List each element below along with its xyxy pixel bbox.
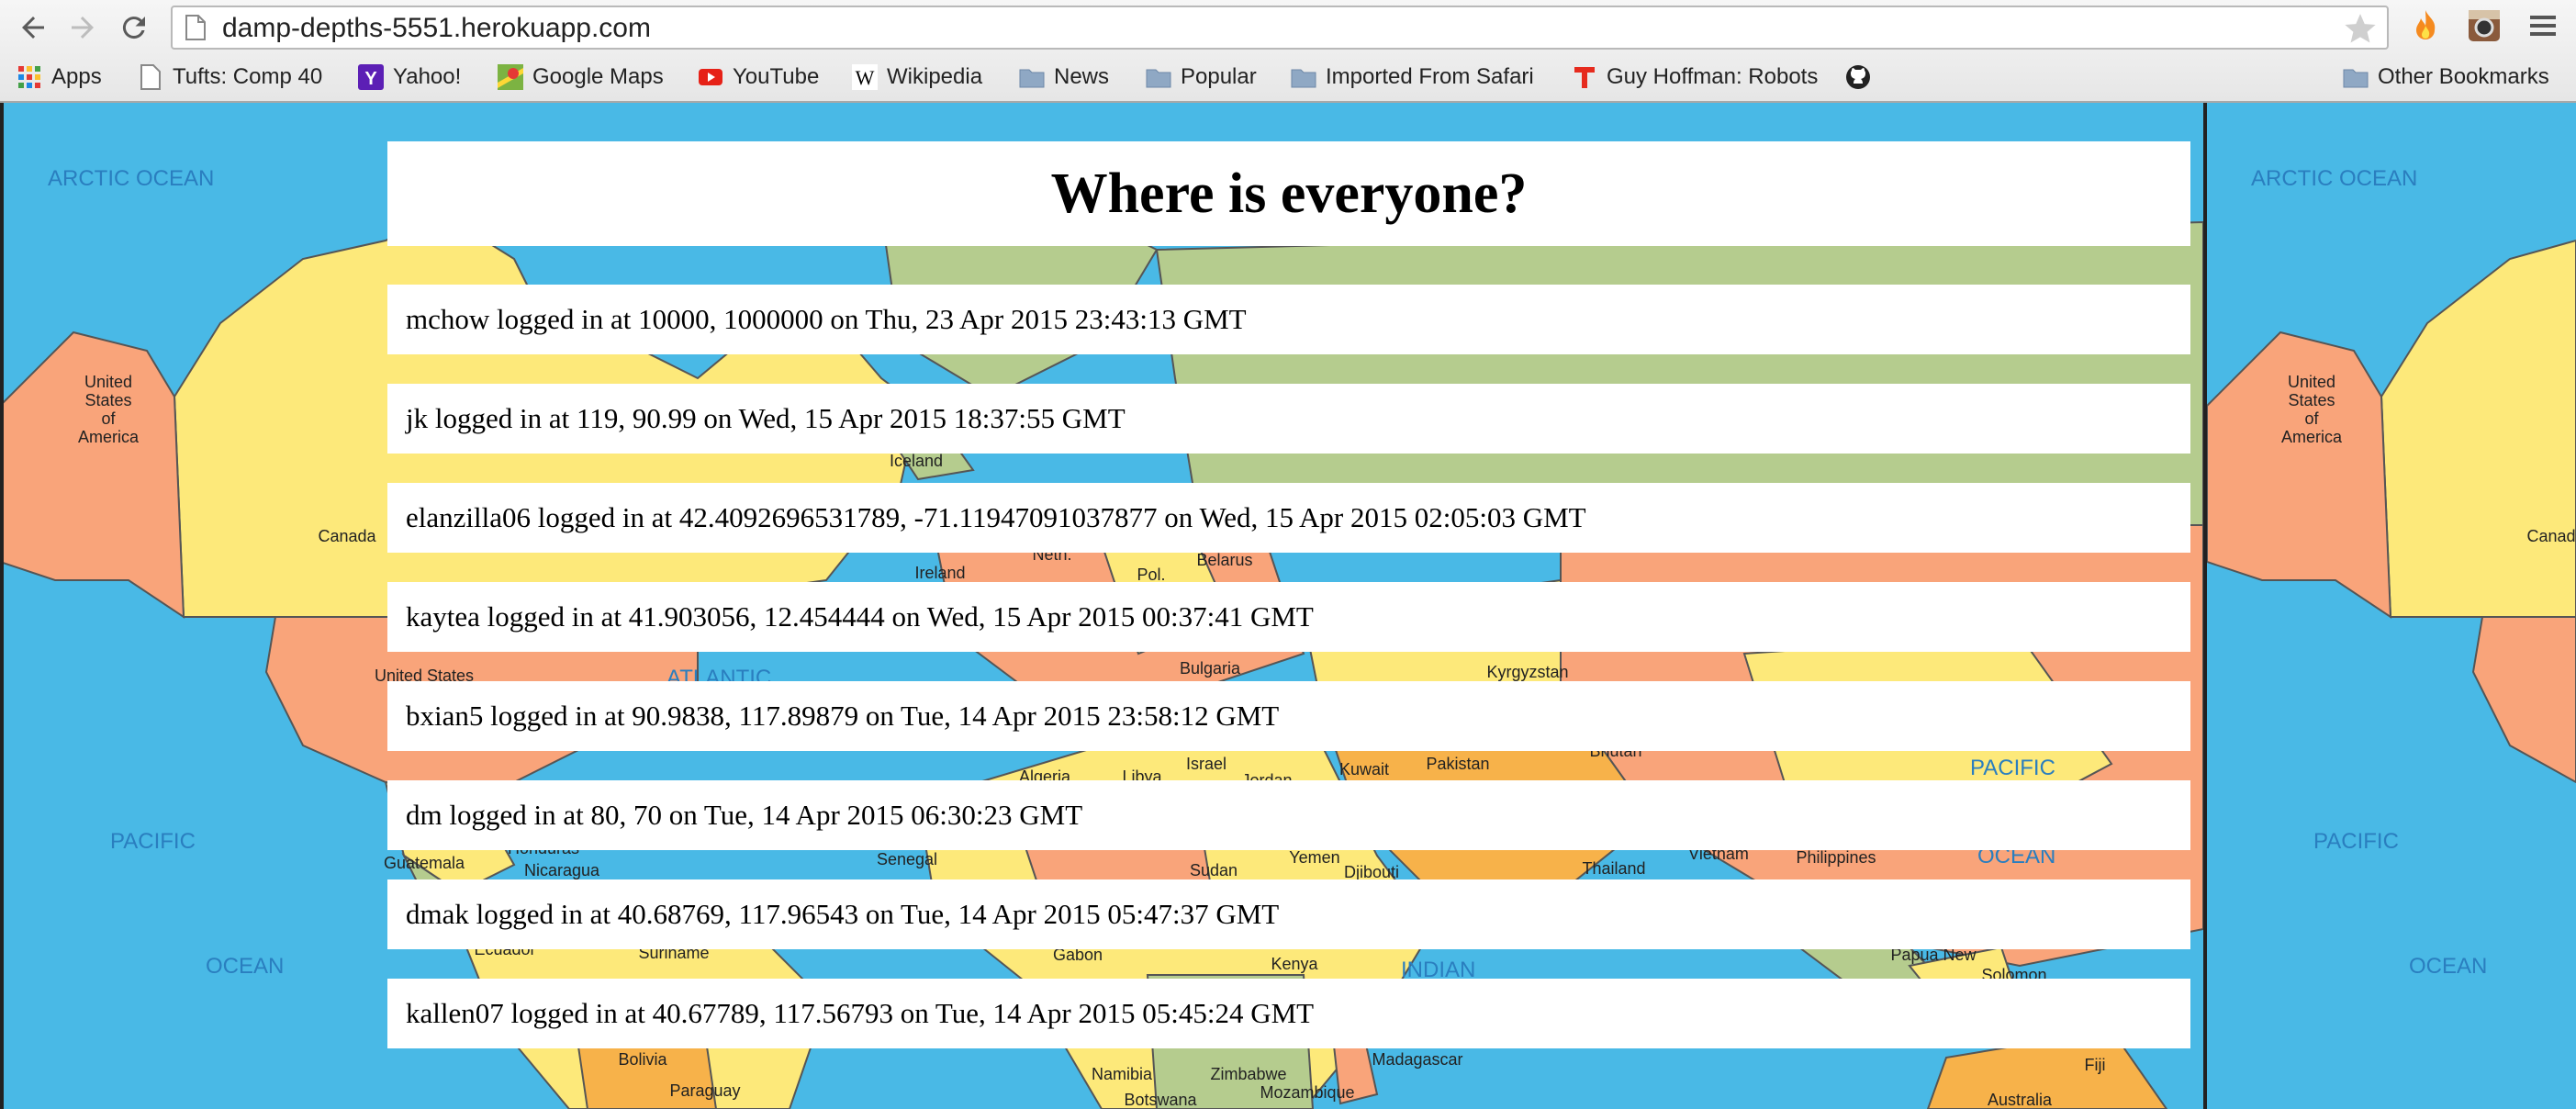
bookmark-folder-safari[interactable]: Imported From Safari [1291,57,1534,97]
map-label-usa-tile-3: of [2304,409,2319,428]
map-label-australia: Australia [1988,1091,2053,1109]
bookmark-guy-hoffman[interactable]: Guy Hoffman: Robots [1572,57,1820,97]
folder-icon [1146,69,1171,88]
map-label-mozambique: Mozambique [1260,1083,1354,1102]
bookmark-label: Apps [51,64,102,89]
map-label-usa-tile-1: United [2288,373,2335,391]
svg-text:W: W [856,66,875,89]
bookmark-youtube[interactable]: YouTube [698,57,819,97]
instagram-icon[interactable] [2466,7,2503,44]
forward-arrow-icon [72,17,94,39]
browser-chrome: damp-depths-5551.herokuapp.com Apps Tuft… [0,0,2576,103]
bookmark-label: Wikipedia [887,64,983,89]
github-icon [1846,65,1870,89]
map-tile-divider [2203,103,2207,1109]
map-label-botswana: Botswana [1124,1091,1197,1109]
bookmark-label: Yahoo! [393,64,462,89]
folder-icon [1291,69,1316,88]
login-entry: dm logged in at 80, 70 on Tue, 14 Apr 20… [387,780,2190,850]
page-icon [185,15,206,40]
bookmark-yahoo[interactable]: Y Yahoo! [358,57,461,97]
bookmark-label: News [1054,64,1110,89]
page-icon [140,64,161,90]
page-title: Where is everyone? [1050,162,1528,225]
map-label-canada-tile: Canada [2526,527,2576,545]
forward-button[interactable] [62,7,103,48]
map-label-usa-2: States [84,391,131,409]
content-panel: Where is everyone? mchow logged in at 10… [387,141,2190,1048]
bookmark-folder-popular[interactable]: Popular [1146,57,1257,97]
login-entry: kallen07 logged in at 40.67789, 117.5679… [387,979,2190,1048]
url-text: damp-depths-5551.herokuapp.com [222,13,651,43]
bookmark-label: Tufts: Comp 40 [173,64,323,89]
map-label-fiji: Fiji [2085,1056,2106,1074]
fire-extension-icon[interactable] [2407,7,2444,44]
map-label-zimbabwe: Zimbabwe [1210,1065,1286,1083]
map-label-bolivia: Bolivia [618,1050,667,1069]
address-bar[interactable]: damp-depths-5551.herokuapp.com [171,6,2389,50]
map-label-madagascar: Madagascar [1372,1050,1462,1069]
map-label-ocean: OCEAN [206,954,284,979]
bookmark-folder-news[interactable]: News [1019,57,1109,97]
title-box: Where is everyone? [387,141,2190,246]
login-entry: kaytea logged in at 41.903056, 12.454444… [387,582,2190,652]
back-arrow-icon [22,17,44,39]
map-edge-left [0,103,4,1109]
bookmark-label: Imported From Safari [1326,64,1534,89]
apps-grid-icon [18,66,40,88]
svg-text:Y: Y [364,69,377,89]
map-label-pacific-tile: PACIFIC [2313,829,2399,854]
google-maps-icon [498,64,523,90]
map-label-usa-4: America [78,428,140,446]
login-list: mchow logged in at 10000, 1000000 on Thu… [387,285,2190,1048]
bookmark-apps[interactable]: Apps [17,57,102,97]
map-label-pacific: PACIFIC [110,829,196,854]
reload-button[interactable] [114,7,154,48]
map-label-arctic-tile: ARCTIC OCEAN [2251,166,2417,191]
login-entry: jk logged in at 119, 90.99 on Wed, 15 Ap… [387,384,2190,454]
map-label-arctic: ARCTIC OCEAN [48,166,214,191]
menu-icon[interactable] [2525,7,2561,44]
login-entry: elanzilla06 logged in at 42.409269653178… [387,483,2190,553]
login-entry: mchow logged in at 10000, 1000000 on Thu… [387,285,2190,354]
back-button[interactable] [13,7,53,48]
reload-icon [122,17,145,39]
map-label-paraguay: Paraguay [669,1081,740,1100]
bookmark-star-icon[interactable] [2343,11,2378,46]
folder-icon [2343,69,2369,88]
world-map-background-tile: ARCTIC OCEAN PACIFIC OCEAN United States… [2207,103,2576,1109]
bookmark-label: YouTube [733,64,820,89]
map-label-usa-3: of [101,409,116,428]
bookmark-label: Other Bookmarks [2378,64,2549,89]
bookmark-wikipedia[interactable]: W Wikipedia [852,57,982,97]
bookmark-other[interactable]: Other Bookmarks [2343,57,2549,97]
bookmark-label: Popular [1181,64,1257,89]
folder-icon [1019,69,1045,88]
bookmark-github[interactable] [1845,57,1880,97]
login-entry: dmak logged in at 40.68769, 117.96543 on… [387,879,2190,949]
bookmark-label: Google Maps [532,64,664,89]
login-entry: bxian5 logged in at 90.9838, 117.89879 o… [387,681,2190,751]
youtube-icon [699,69,722,85]
map-label-usa-1: United [84,373,132,391]
map-label-ocean-tile: OCEAN [2409,954,2487,979]
map-label-canada: Canada [318,527,376,545]
page-viewport: ARCTIC OCEAN PACIFIC OCEAN PACIFIC OCEAN… [0,103,2576,1109]
yahoo-icon: Y [358,64,384,90]
bookmark-tufts[interactable]: Tufts: Comp 40 [138,57,322,97]
bookmark-google-maps[interactable]: Google Maps [498,57,664,97]
map-label-namibia: Namibia [1092,1065,1153,1083]
bookmark-label: Guy Hoffman: Robots [1607,64,1819,89]
bookmarks-bar: Apps Tufts: Comp 40 Y Yahoo! Google Maps … [0,57,2576,97]
wikipedia-icon: W [852,64,878,90]
map-label-usa-tile-4: America [2281,428,2343,446]
map-label-usa-tile-2: States [2288,391,2335,409]
ted-icon [1574,67,1595,88]
